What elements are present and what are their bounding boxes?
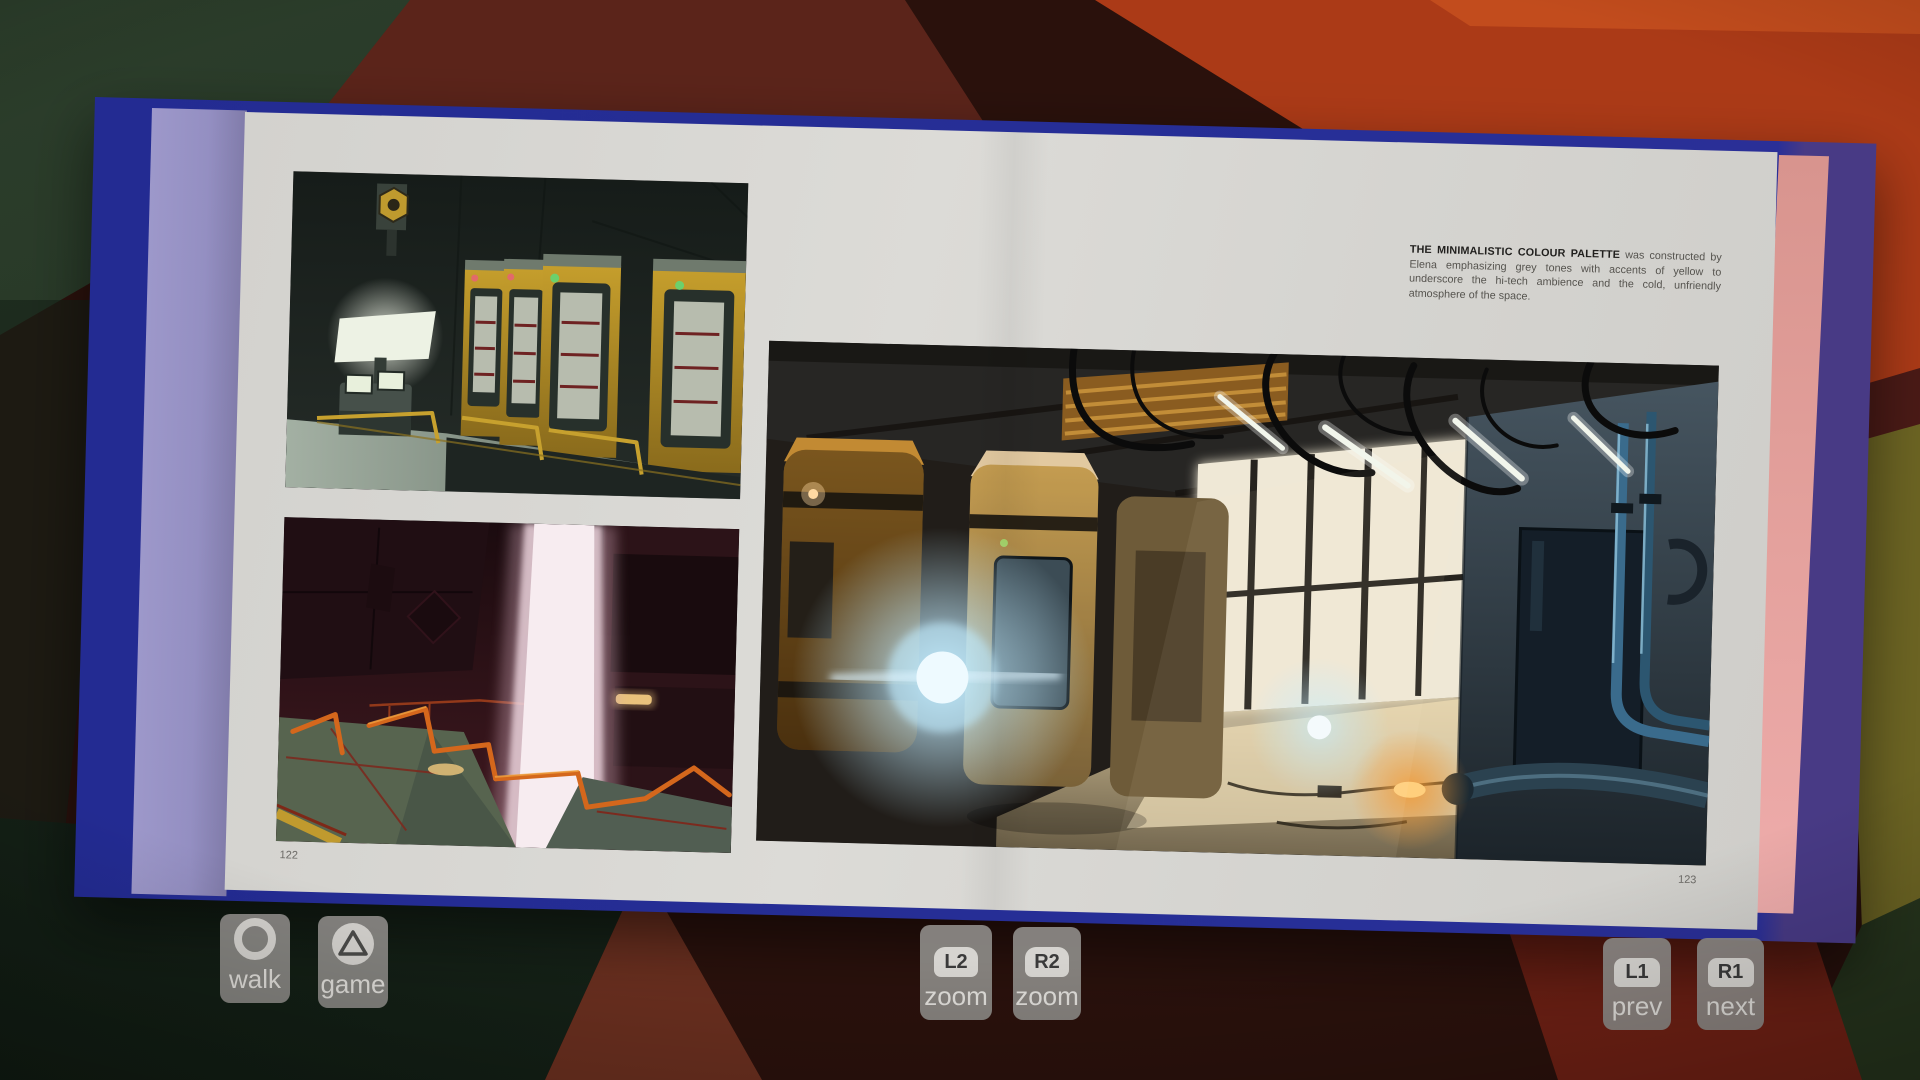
artwork-red-corridor — [276, 517, 739, 853]
walk-button-label: walk — [229, 965, 281, 993]
game-button-label: game — [320, 970, 385, 998]
l2-badge: L2 — [934, 947, 978, 977]
caption-text: THE MINIMALISTIC COLOUR PALETTE was cons… — [1408, 243, 1721, 310]
zoom-l2-label: zoom — [924, 982, 988, 1010]
page-number-left: 122 — [279, 849, 298, 861]
r2-badge: R2 — [1025, 947, 1069, 977]
game-screen: THE MINIMALISTIC COLOUR PALETTE was cons… — [0, 0, 1920, 1080]
l1-badge: L1 — [1614, 958, 1660, 987]
book-page-spread: THE MINIMALISTIC COLOUR PALETTE was cons… — [225, 112, 1778, 930]
next-page-label: next — [1706, 992, 1755, 1020]
artwork-storage-pods — [285, 171, 748, 499]
walk-button[interactable]: walk — [220, 914, 290, 1003]
prev-page-label: prev — [1612, 992, 1663, 1020]
page-number-right: 123 — [1678, 874, 1697, 886]
next-page-button[interactable]: R1 next — [1697, 938, 1764, 1030]
zoom-l2-button[interactable]: L2 zoom — [920, 925, 992, 1020]
circle-button-icon — [234, 918, 276, 960]
zoom-r2-button[interactable]: R2 zoom — [1013, 927, 1081, 1020]
r1-badge: R1 — [1708, 958, 1754, 987]
zoom-r2-label: zoom — [1015, 982, 1079, 1010]
game-button[interactable]: game — [318, 916, 388, 1008]
triangle-button-icon — [332, 923, 374, 965]
prev-page-button[interactable]: L1 prev — [1603, 938, 1671, 1030]
artwork-blue-corridor — [756, 341, 1719, 866]
